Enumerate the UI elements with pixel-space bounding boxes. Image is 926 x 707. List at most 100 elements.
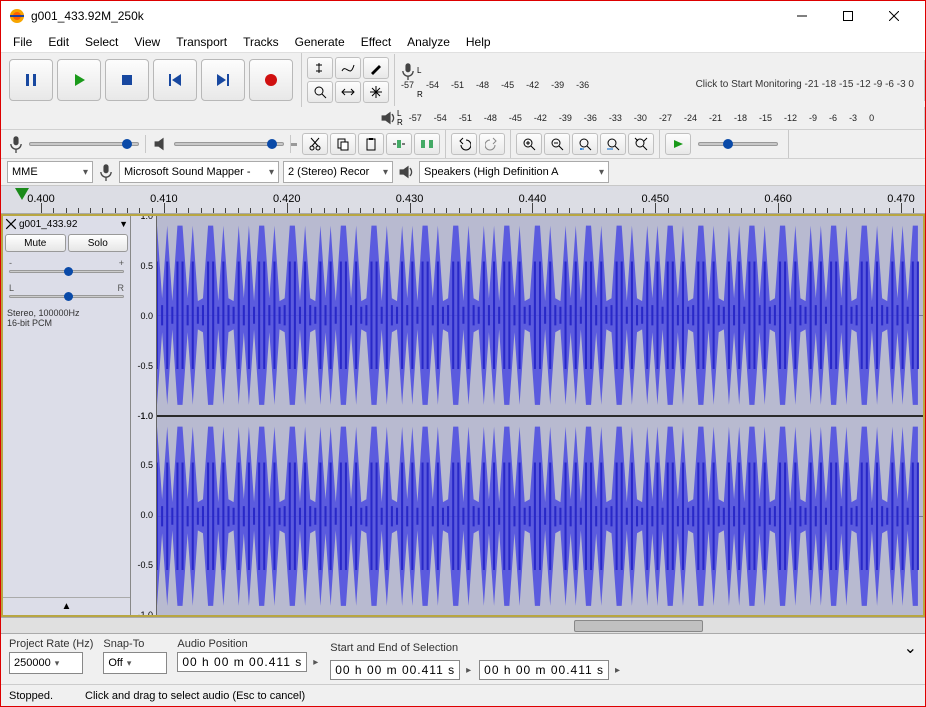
stop-button[interactable]	[105, 59, 149, 101]
audio-position-label: Audio Position	[177, 638, 320, 650]
recording-volume-slider[interactable]	[1, 135, 146, 153]
menu-edit[interactable]: Edit	[40, 33, 77, 51]
horizontal-scrollbar[interactable]	[1, 617, 925, 633]
menu-view[interactable]: View	[126, 33, 168, 51]
trim-button[interactable]	[386, 133, 412, 155]
project-rate-select[interactable]: 250000	[9, 652, 83, 674]
mic-icon	[7, 135, 25, 153]
menu-generate[interactable]: Generate	[287, 33, 353, 51]
play-at-speed-button[interactable]	[665, 133, 691, 155]
speaker-icon	[152, 135, 170, 153]
track-name[interactable]: g001_433.92	[19, 219, 117, 230]
record-button[interactable]	[249, 59, 293, 101]
record-meter-toolbar: L Click to Start Monitoring -21 -18 -15 …	[395, 60, 925, 101]
menu-transport[interactable]: Transport	[168, 33, 235, 51]
selection-toolbar: Project Rate (Hz) 250000 Snap-To Off Aud…	[1, 633, 925, 684]
solo-button[interactable]: Solo	[68, 234, 129, 252]
project-rate-label: Project Rate (Hz)	[9, 638, 93, 650]
menu-tracks[interactable]: Tracks	[235, 33, 287, 51]
menubar: FileEditSelectViewTransportTracksGenerat…	[1, 31, 925, 53]
paste-button[interactable]	[358, 133, 384, 155]
playback-device-select[interactable]: Speakers (High Definition A	[419, 161, 609, 183]
skip-start-button[interactable]	[153, 59, 197, 101]
toolbar-row-2	[1, 130, 925, 159]
edit-toolbar	[297, 130, 446, 158]
mute-button[interactable]: Mute	[5, 234, 66, 252]
audio-position-format-button[interactable]: ▸	[311, 657, 320, 668]
statusbar: Stopped. Click and drag to select audio …	[1, 684, 925, 706]
record-meter-hint[interactable]: Click to Start Monitoring -21 -18 -15 -1…	[696, 80, 914, 90]
zoom-tool-button[interactable]	[307, 81, 333, 103]
meter-channel-l: L	[417, 67, 421, 75]
copy-button[interactable]	[330, 133, 356, 155]
skip-end-button[interactable]	[201, 59, 245, 101]
selection-end-format-button[interactable]: ▸	[613, 665, 622, 676]
menu-effect[interactable]: Effect	[353, 33, 399, 51]
silence-button[interactable]	[414, 133, 440, 155]
waveform-channel-right[interactable]	[157, 417, 923, 616]
audio-host-select[interactable]: MME	[7, 161, 93, 183]
zoom-toggle-button[interactable]	[628, 133, 654, 155]
menu-select[interactable]: Select	[77, 33, 126, 51]
titlebar: g001_433.92M_250k	[1, 1, 925, 31]
maximize-button[interactable]	[825, 1, 871, 31]
draw-tool-button[interactable]	[363, 57, 389, 79]
toolbar-row-1: L Click to Start Monitoring -21 -18 -15 …	[1, 53, 925, 108]
playback-meter-scale[interactable]: -57-54-51-48-45-42-39-36-33-30-27-24-21-…	[407, 113, 920, 123]
track-menu-button[interactable]: ▼	[119, 219, 128, 229]
envelope-tool-button[interactable]	[335, 57, 361, 79]
window-title: g001_433.92M_250k	[31, 9, 779, 23]
mic-icon	[97, 163, 115, 181]
scrollbar-thumb[interactable]	[574, 620, 703, 632]
fit-project-button[interactable]	[600, 133, 626, 155]
track-format-info: Stereo, 100000Hz 16-bit PCM	[3, 304, 130, 332]
selection-end-readout[interactable]: 00 h 00 m 00.411 s	[479, 660, 609, 680]
track-close-button[interactable]	[5, 218, 17, 230]
play-at-speed-toolbar	[660, 130, 789, 158]
timeline-ruler[interactable]: 0.4000.4100.4200.4300.4400.4500.4600.470	[1, 186, 925, 214]
status-state: Stopped.	[9, 690, 53, 702]
zoom-out-button[interactable]	[544, 133, 570, 155]
amplitude-scale[interactable]: 1.00.50.0-0.5-1.0 1.00.50.0-0.5-1.0	[131, 216, 157, 615]
menu-help[interactable]: Help	[458, 33, 499, 51]
cut-button[interactable]	[302, 133, 328, 155]
playback-volume-slider[interactable]	[146, 135, 291, 153]
track-collapse-button[interactable]: ▲	[3, 597, 130, 615]
snap-to-select[interactable]: Off	[103, 652, 167, 674]
waveform-display[interactable]	[157, 216, 923, 615]
minimize-button[interactable]	[779, 1, 825, 31]
zoom-toolbar	[511, 130, 660, 158]
close-button[interactable]	[871, 1, 917, 31]
tools-toolbar	[302, 54, 395, 106]
menu-analyze[interactable]: Analyze	[399, 33, 458, 51]
meter-channel-r: R	[417, 90, 423, 99]
zoom-in-button[interactable]	[516, 133, 542, 155]
play-meter-toolbar: LR -57-54-51-48-45-42-39-36-33-30-27-24-…	[375, 107, 925, 129]
undo-button[interactable]	[451, 133, 477, 155]
transport-toolbar	[1, 53, 302, 107]
fit-selection-button[interactable]	[572, 133, 598, 155]
multi-tool-button[interactable]	[363, 81, 389, 103]
pause-button[interactable]	[9, 59, 53, 101]
speaker-icon	[397, 163, 415, 181]
selection-tool-button[interactable]	[307, 57, 333, 79]
playback-speed-slider[interactable]	[692, 142, 784, 146]
track-pan-slider[interactable]: LR	[3, 279, 130, 304]
play-button[interactable]	[57, 59, 101, 101]
recording-device-select[interactable]: Microsoft Sound Mapper -	[119, 161, 279, 183]
status-hint: Click and drag to select audio (Esc to c…	[85, 690, 305, 702]
undo-toolbar	[446, 130, 511, 158]
record-meter-scale[interactable]: Click to Start Monitoring -21 -18 -15 -1…	[399, 80, 920, 90]
selection-mode-button[interactable]: ⌄	[904, 638, 917, 658]
menu-file[interactable]: File	[5, 33, 40, 51]
waveform-channel-left[interactable]	[157, 216, 923, 417]
recording-channels-select[interactable]: 2 (Stereo) Recor	[283, 161, 393, 183]
timeshift-tool-button[interactable]	[335, 81, 361, 103]
track-area: g001_433.92 ▼ Mute Solo -+ LR Stereo, 10…	[1, 214, 925, 617]
redo-button[interactable]	[479, 133, 505, 155]
selection-label: Start and End of Selection	[330, 642, 897, 654]
selection-start-format-button[interactable]: ▸	[464, 665, 473, 676]
selection-start-readout[interactable]: 00 h 00 m 00.411 s	[330, 660, 460, 680]
track-gain-slider[interactable]: -+	[3, 254, 130, 279]
audio-position-readout[interactable]: 00 h 00 m 00.411 s	[177, 652, 307, 672]
